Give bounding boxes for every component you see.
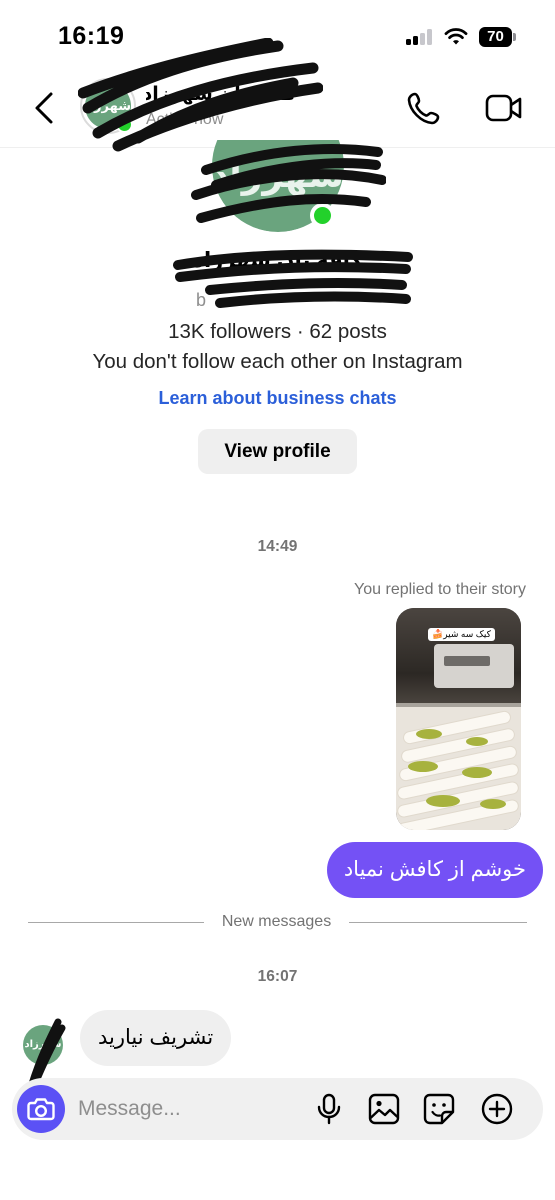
sticker-icon[interactable] bbox=[422, 1092, 456, 1126]
message-composer bbox=[12, 1078, 543, 1140]
back-button[interactable] bbox=[30, 90, 60, 126]
chat-header: شهرزاد کافه نان شهرزاد Active now bbox=[0, 70, 555, 148]
profile-username: b bbox=[196, 290, 207, 310]
story-reply-preview[interactable]: کیک سه شیر🍰 bbox=[396, 608, 521, 830]
story-reply-label: You replied to their story bbox=[354, 581, 526, 598]
divider-line bbox=[349, 922, 527, 923]
learn-business-chats-link[interactable]: Learn about business chats bbox=[0, 388, 555, 409]
status-time: 16:19 bbox=[58, 22, 125, 50]
cellular-signal-icon bbox=[406, 29, 434, 45]
active-status: Active now bbox=[146, 111, 224, 128]
status-bar: 16:19 70 bbox=[0, 0, 555, 70]
story-machine bbox=[434, 644, 514, 688]
camera-icon bbox=[27, 1098, 55, 1121]
message-timestamp: 14:49 bbox=[257, 538, 298, 555]
battery-icon: 70 bbox=[479, 27, 516, 47]
microphone-icon[interactable] bbox=[312, 1092, 346, 1126]
view-profile-button[interactable]: View profile bbox=[198, 429, 357, 474]
message-input[interactable] bbox=[78, 1090, 298, 1128]
outgoing-message-bubble[interactable]: خوشم از کافش نمیاد bbox=[326, 842, 543, 898]
battery-level: 70 bbox=[479, 27, 512, 47]
contact-name[interactable]: کافه نان شهرزاد bbox=[146, 83, 296, 106]
story-background bbox=[396, 608, 521, 718]
story-cake-tray bbox=[396, 703, 521, 830]
camera-button[interactable] bbox=[17, 1085, 65, 1133]
profile-name: کافه نان شهرزاد bbox=[193, 249, 363, 272]
profile-stats: 13K followers · 62 posts bbox=[168, 320, 387, 343]
online-indicator bbox=[116, 116, 133, 133]
story-sticker: کیک سه شیر🍰 bbox=[428, 628, 495, 641]
online-indicator-large bbox=[310, 203, 335, 228]
image-icon[interactable] bbox=[367, 1092, 401, 1126]
wifi-icon bbox=[444, 28, 468, 45]
incoming-message-bubble[interactable]: تشریف نیارید bbox=[80, 1010, 232, 1066]
plus-circle-icon[interactable] bbox=[480, 1092, 514, 1126]
divider-line bbox=[28, 922, 204, 923]
new-messages-divider-label: New messages bbox=[221, 913, 332, 930]
follow-note: You don't follow each other on Instagram bbox=[92, 350, 463, 373]
message-timestamp: 16:07 bbox=[257, 968, 298, 985]
sender-avatar[interactable]: شهرزاد bbox=[23, 1025, 63, 1065]
video-camera-icon[interactable] bbox=[485, 92, 523, 124]
phone-icon[interactable] bbox=[406, 90, 442, 126]
